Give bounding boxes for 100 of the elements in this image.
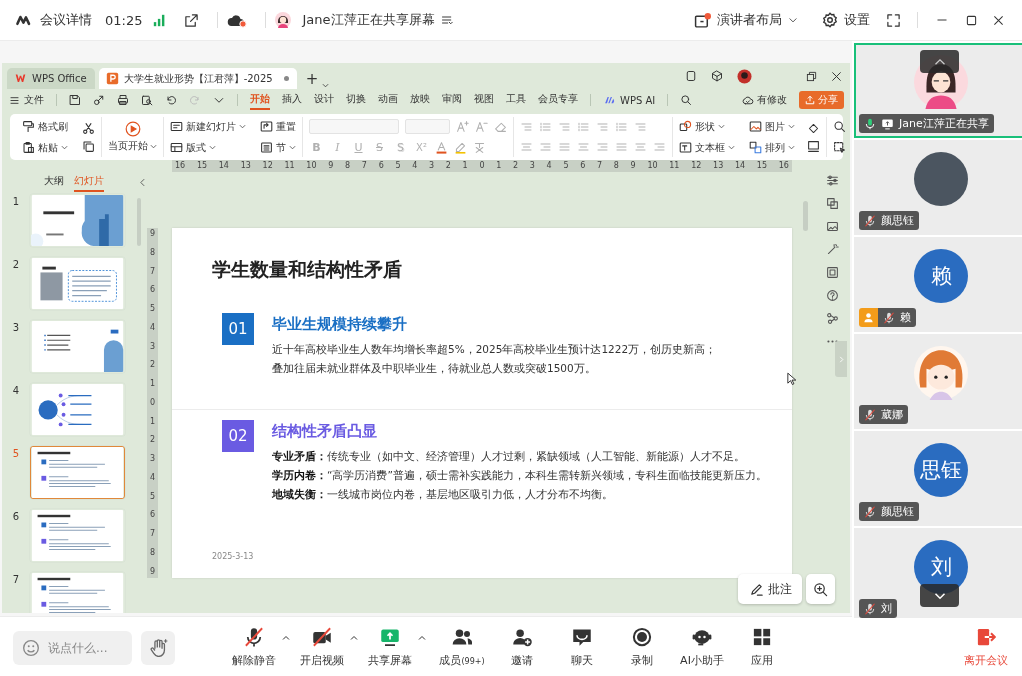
close-icon[interactable] [831,70,842,82]
slide-thumbnail[interactable] [30,194,125,247]
raise-hand-button[interactable] [141,630,175,665]
maximize-icon[interactable] [966,14,977,26]
play-icon [124,121,141,137]
video-tile[interactable]: 刘 刘 [854,528,1022,618]
print-icon[interactable] [117,94,129,106]
settings-button[interactable]: 设置 [822,11,870,29]
file-menu[interactable]: 文件 [10,93,44,107]
ribbon-tab[interactable]: 插入 [282,90,302,110]
scissors-icon[interactable] [82,121,95,135]
slide-thumbnail[interactable] [30,257,125,310]
ribbon-tab[interactable]: 工具 [506,90,526,110]
slide-thumbnail[interactable] [30,446,125,499]
toolbar-button[interactable]: 录制 [631,625,653,670]
meeting-info-link[interactable]: 会议详情 [40,11,92,29]
scroll-up-button[interactable] [920,50,959,73]
slide-thumbnail[interactable] [30,320,125,373]
duplicate-icon[interactable] [825,197,839,210]
new-tab-button[interactable]: + [305,68,319,89]
video-tile[interactable]: 颜思钰 [854,140,1022,235]
outline-icon[interactable] [807,139,820,153]
options-caret[interactable] [350,633,358,642]
ribbon-tab[interactable]: 视图 [474,90,494,110]
toolbar-button[interactable]: 解除静音 [232,625,276,670]
search-icon[interactable] [680,94,693,106]
changes-button[interactable]: 有修改 [742,93,787,107]
ribbon-button[interactable]: 粘贴 [22,139,68,156]
ribbon-button[interactable]: 形状 [679,118,735,135]
ribbon-tab[interactable]: 审阅 [442,90,462,110]
ribbon-button[interactable]: 格式刷 [22,118,68,135]
video-tile[interactable]: 赖 赖 [854,237,1022,332]
document-tab[interactable]: WPS Office [7,68,95,89]
undo-icon[interactable] [165,94,177,106]
restore-icon[interactable] [806,70,817,82]
ribbon-button[interactable]: 排列 [749,139,795,156]
document-tab[interactable]: 大学生就业形势【江君萍】-2025 [98,68,297,89]
video-tile[interactable]: Jane江萍正在共享 [854,43,1022,138]
ribbon-tab[interactable]: 设计 [314,90,334,110]
leave-meeting-button[interactable]: 离开会议 [964,625,1008,670]
cloud-icon[interactable] [226,12,248,28]
fullscreen-icon[interactable] [886,12,901,28]
toolbar-button[interactable]: 聊天 [571,625,593,670]
toolbar-button[interactable]: AI小助手 [680,625,724,670]
print-preview-icon[interactable] [141,94,153,106]
video-tile[interactable]: 葳娜 [854,334,1022,429]
ribbon-button[interactable]: 版式 [170,139,246,156]
cube-icon[interactable] [711,70,723,82]
sliders-icon[interactable] [825,174,839,187]
ribbon-tab[interactable]: 动画 [378,90,398,110]
network-icon[interactable] [825,312,839,325]
chat-input[interactable]: 说点什么... [48,640,128,655]
ribbon-button[interactable]: 节 [260,139,296,156]
ribbon-button[interactable]: 新建幻灯片 [170,118,246,135]
user-avatar-icon[interactable] [737,68,752,84]
slide-thumbnail[interactable] [30,383,125,436]
comment-button[interactable]: 批注 [738,574,802,604]
magic-wand-icon[interactable] [825,243,839,256]
toolbar-button[interactable]: 邀请 [511,625,533,670]
scroll-down-button[interactable] [920,584,959,607]
ribbon-tab[interactable]: 放映 [410,90,430,110]
options-caret[interactable] [418,633,426,642]
scrollbar[interactable] [803,201,808,231]
ribbon-tab[interactable]: 切换 [346,90,366,110]
emoji-icon[interactable] [22,638,40,657]
layout-button[interactable]: 演讲者布局 [694,11,798,29]
chat-field[interactable]: 说点什么... [13,630,132,665]
fill-color-icon[interactable] [807,121,820,135]
ribbon-button[interactable]: 重置 [260,118,296,135]
slide-thumbnail[interactable] [30,572,125,613]
copy-icon[interactable] [82,139,95,153]
options-caret[interactable] [282,633,290,642]
wps-ai-button[interactable]: WPS AI [603,94,656,106]
ribbon-button[interactable]: 图片 [749,118,795,135]
frame-icon[interactable] [825,266,839,279]
list-icon[interactable] [440,14,453,26]
close-icon[interactable] [993,14,1004,26]
search-icon[interactable] [833,120,846,133]
toolbar-button[interactable]: 开启视频 [300,625,344,670]
video-tile[interactable]: 思钰 颜思钰 [854,431,1022,526]
toolbar-button[interactable]: 应用 [751,625,773,670]
ribbon-button[interactable]: 当页开始 [108,119,157,155]
select-icon[interactable] [833,141,846,154]
panel-tab[interactable]: 大纲 [44,172,64,192]
pop-out-icon[interactable] [184,12,200,28]
toolbar-button[interactable]: 成员(99+) [439,625,485,670]
collapse-panel-icon[interactable] [138,177,146,187]
slide-number: 5 [11,447,21,459]
collapse-handle[interactable] [835,341,847,377]
save-icon[interactable] [69,94,81,106]
image-icon [749,120,762,133]
ribbon-tab[interactable]: 会员专享 [538,90,578,110]
ribbon-button[interactable]: 文本框 [679,139,735,156]
slide-thumbnail[interactable] [30,509,125,562]
zoom-button[interactable] [806,574,835,604]
export-icon[interactable] [93,94,105,106]
window-tile-icon[interactable] [685,70,697,82]
help-icon[interactable] [825,289,839,302]
toolbar-button[interactable]: 共享屏幕 [368,625,412,670]
image-edit-icon[interactable] [825,220,839,233]
